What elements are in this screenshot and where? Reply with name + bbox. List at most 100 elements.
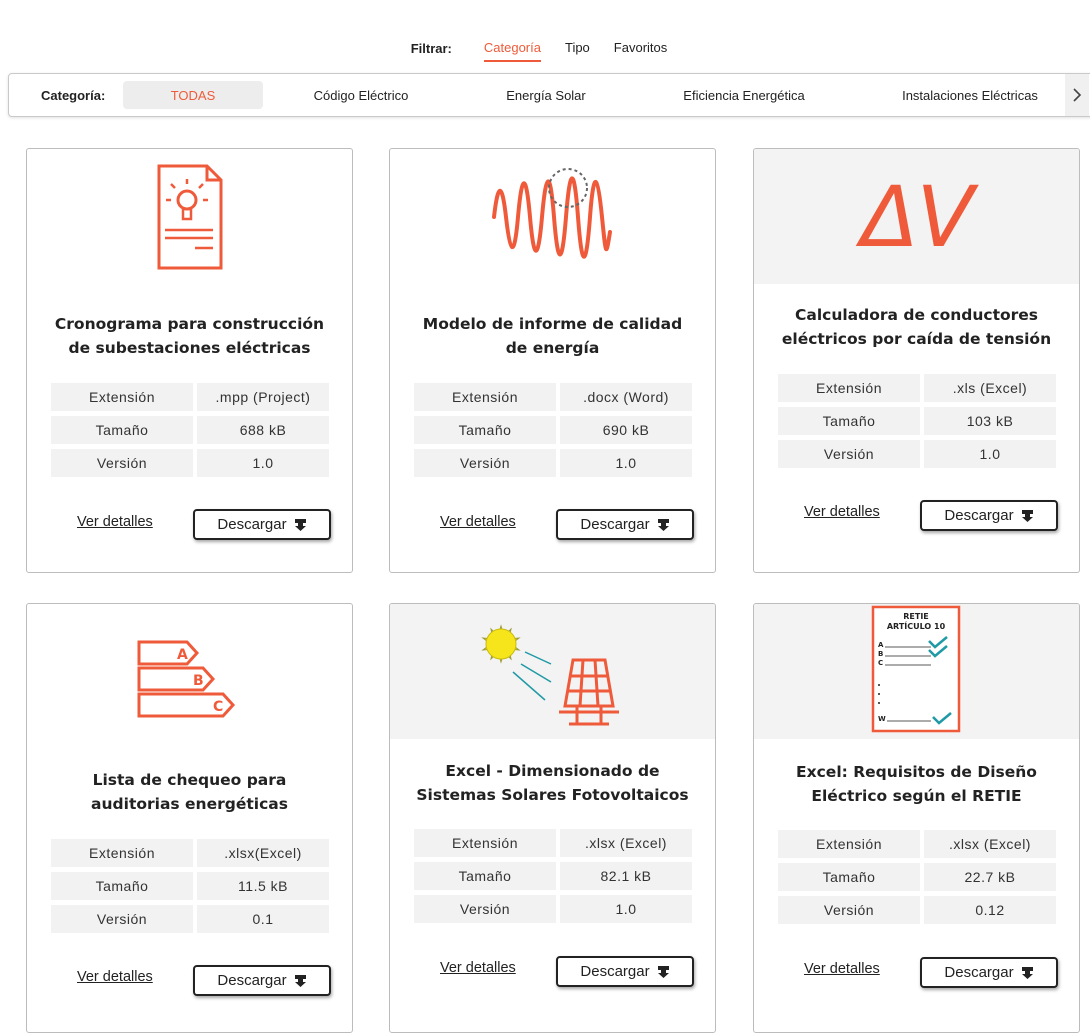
card-image: RETIE ARTÍCULO 10 A B C W: [754, 604, 1079, 739]
spec-label: Versión: [778, 896, 920, 924]
card-image: [27, 149, 352, 284]
download-button[interactable]: Descargar: [920, 957, 1058, 988]
retie-heading: RETIE: [903, 612, 929, 621]
filter-label: Filtrar:: [410, 40, 452, 56]
spec-value: 82.1 kB: [560, 862, 692, 890]
filter-tab-tipo[interactable]: Tipo: [565, 40, 590, 57]
category-instalaciones-electricas[interactable]: Instalaciones Eléctricas: [855, 81, 1085, 109]
resource-card: RETIE ARTÍCULO 10 A B C W Excel: Requisi…: [753, 603, 1080, 1033]
spec-value: 688 kB: [197, 416, 329, 444]
table-row: Tamaño 688 kB: [51, 416, 329, 444]
spec-label: Extensión: [51, 839, 193, 867]
spec-value: .xls (Excel): [924, 374, 1056, 402]
card-title: Excel: Requisitos de Diseño Eléctrico se…: [796, 763, 1037, 805]
card-specs: Extensión .docx (Word) Tamaño 690 kB Versi…: [410, 378, 696, 482]
download-icon: [294, 518, 306, 531]
card-title: Excel - Dimensionado de Sistemas Solares…: [416, 762, 689, 804]
card-specs: Extensión .xlsx(Excel) Tamaño 11.5 kB Vers…: [47, 834, 333, 938]
waveform-icon: [491, 167, 612, 258]
resource-card: Cronograma para construcción de subestac…: [26, 148, 353, 573]
table-row: Versión 0.12: [778, 896, 1056, 924]
download-button[interactable]: Descargar: [556, 956, 694, 987]
spec-label: Tamaño: [51, 416, 193, 444]
view-details-link[interactable]: Ver detalles: [804, 504, 880, 520]
download-icon: [657, 965, 669, 978]
spec-value: 0.1: [197, 905, 329, 933]
table-row: Extensión .xls (Excel): [778, 374, 1056, 402]
resource-card: ΔV Calculadora de conductores eléctricos…: [753, 148, 1080, 573]
table-row: Versión 1.0: [51, 449, 329, 477]
view-details-link[interactable]: Ver detalles: [804, 961, 880, 977]
rating-letter-a: A: [177, 647, 188, 663]
spec-label: Versión: [778, 440, 920, 468]
document-lightbulb-icon: [157, 164, 222, 269]
spec-value: 690 kB: [560, 416, 692, 444]
category-eficiencia-energetica[interactable]: Eficiencia Energética: [633, 81, 855, 109]
spec-label: Versión: [414, 895, 556, 923]
download-button[interactable]: Descargar: [920, 500, 1058, 531]
retie-checklist-icon: RETIE ARTÍCULO 10 A B C W: [871, 605, 960, 732]
card-specs: Extensión .mpp (Project) Tamaño 688 kB Ver…: [47, 378, 333, 482]
download-label: Descargar: [580, 516, 650, 533]
spec-label: Tamaño: [778, 863, 920, 891]
card-image: A B C: [27, 604, 352, 739]
view-details-link[interactable]: Ver detalles: [77, 969, 153, 985]
spec-label: Tamaño: [778, 407, 920, 435]
download-icon: [1021, 966, 1033, 979]
download-icon: [657, 518, 669, 531]
table-row: Versión 1.0: [414, 449, 692, 477]
filter-bar: Filtrar: Categoría Tipo Favoritos: [0, 36, 1090, 62]
card-specs: Extensión .xlsx (Excel) Tamaño 22.7 kB Ver…: [774, 825, 1060, 929]
spec-value: 103 kB: [924, 407, 1056, 435]
chevron-right-icon[interactable]: [1065, 74, 1089, 116]
spec-label: Extensión: [51, 383, 193, 411]
download-button[interactable]: Descargar: [193, 965, 331, 996]
card-specs: Extensión .xlsx (Excel) Tamaño 82.1 kB Ver…: [410, 824, 696, 928]
spec-value: 1.0: [924, 440, 1056, 468]
category-todas[interactable]: TODAS: [123, 81, 263, 109]
solar-panel-icon: [480, 623, 619, 725]
spec-value: 1.0: [560, 449, 692, 477]
view-details-link[interactable]: Ver detalles: [440, 514, 516, 530]
table-row: Versión 1.0: [778, 440, 1056, 468]
download-button[interactable]: Descargar: [193, 509, 331, 540]
card-specs: Extensión .xls (Excel) Tamaño 103 kB Versi…: [774, 369, 1060, 473]
retie-line-c: C: [878, 659, 883, 667]
resource-card: Excel - Dimensionado de Sistemas Solares…: [389, 603, 716, 1033]
spec-label: Tamaño: [51, 872, 193, 900]
download-button[interactable]: Descargar: [556, 509, 694, 540]
card-title: Calculadora de conductores eléctricos po…: [781, 306, 1052, 348]
card-title: Cronograma para construcción de subestac…: [54, 315, 325, 357]
category-label: Categoría:: [41, 87, 106, 103]
spec-value: .xlsx (Excel): [560, 829, 692, 857]
spec-value: 1.0: [560, 895, 692, 923]
download-label: Descargar: [217, 972, 287, 989]
filter-tab-categoria[interactable]: Categoría: [483, 40, 542, 62]
rating-letter-c: C: [213, 699, 223, 715]
spec-value: .mpp (Project): [197, 383, 329, 411]
category-energia-solar[interactable]: Energía Solar: [459, 81, 633, 109]
view-details-link[interactable]: Ver detalles: [77, 514, 153, 530]
table-row: Versión 1.0: [414, 895, 692, 923]
category-codigo-electrico[interactable]: Código Eléctrico: [263, 81, 459, 109]
table-row: Tamaño 11.5 kB: [51, 872, 329, 900]
view-details-link[interactable]: Ver detalles: [440, 960, 516, 976]
retie-line-b: B: [878, 650, 883, 658]
card-image: [390, 149, 715, 284]
filter-tab-favoritos[interactable]: Favoritos: [614, 40, 667, 57]
spec-label: Extensión: [414, 829, 556, 857]
spec-label: Tamaño: [414, 416, 556, 444]
download-label: Descargar: [217, 516, 287, 533]
spec-value: .docx (Word): [560, 383, 692, 411]
table-row: Extensión .xlsx(Excel): [51, 839, 329, 867]
spec-value: .xlsx (Excel): [924, 830, 1056, 858]
table-row: Tamaño 22.7 kB: [778, 863, 1056, 891]
download-icon: [1021, 509, 1033, 522]
table-row: Extensión .xlsx (Excel): [414, 829, 692, 857]
spec-label: Versión: [414, 449, 556, 477]
rating-letter-b: B: [193, 673, 204, 689]
spec-value: .xlsx(Excel): [197, 839, 329, 867]
spec-label: Extensión: [778, 830, 920, 858]
download-icon: [294, 974, 306, 987]
spec-value: 22.7 kB: [924, 863, 1056, 891]
